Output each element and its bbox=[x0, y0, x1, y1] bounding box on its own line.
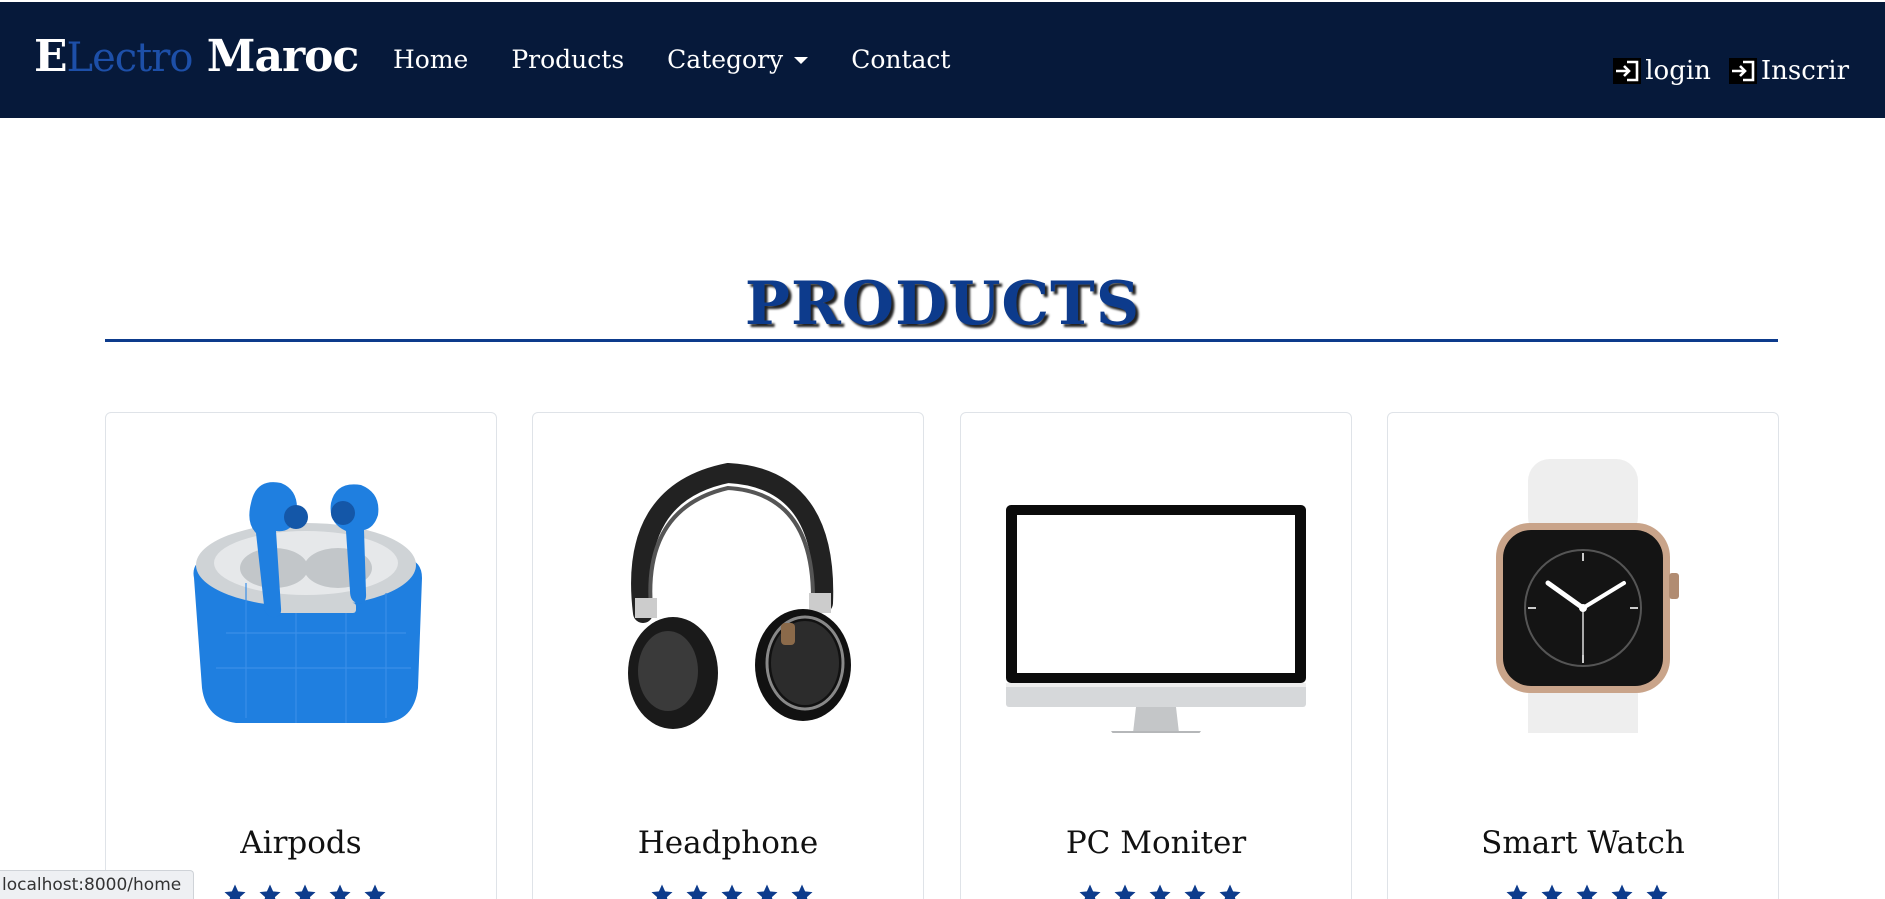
star-icon bbox=[1505, 883, 1529, 899]
product-rating bbox=[1505, 883, 1680, 899]
star-icon bbox=[1148, 883, 1172, 899]
star-icon bbox=[1645, 883, 1669, 899]
login-icon bbox=[1613, 58, 1641, 84]
product-rating bbox=[650, 883, 825, 899]
star-icon bbox=[258, 883, 282, 899]
star-icon bbox=[363, 883, 387, 899]
nav-category-label: Category bbox=[667, 45, 784, 74]
login-label: login bbox=[1645, 56, 1711, 86]
brand-part-e: E bbox=[34, 31, 68, 82]
product-name: Smart Watch bbox=[1481, 825, 1685, 861]
product-card-headphone[interactable]: Headphone bbox=[532, 412, 924, 899]
star-icon bbox=[650, 883, 674, 899]
navbar: ELectro Maroc Home Products Category Con… bbox=[0, 2, 1885, 118]
star-icon bbox=[790, 883, 814, 899]
browser-status-url: localhost:8000/home bbox=[0, 870, 195, 899]
star-icon bbox=[223, 883, 247, 899]
signup-icon bbox=[1729, 58, 1757, 84]
star-icon bbox=[1610, 883, 1634, 899]
headphone-image bbox=[628, 462, 851, 729]
star-icon bbox=[755, 883, 779, 899]
product-name: Airpods bbox=[240, 825, 362, 861]
products-section-title: PRODUCTS bbox=[744, 269, 1141, 339]
product-card-airpods[interactable]: Airpods bbox=[105, 412, 497, 899]
product-card-smart-watch[interactable]: Smart Watch bbox=[1387, 412, 1779, 899]
monitor-image bbox=[1006, 505, 1306, 733]
nav-products-link[interactable]: Products bbox=[511, 42, 624, 78]
star-icon bbox=[1113, 883, 1137, 899]
star-icon bbox=[720, 883, 744, 899]
product-name: PC Moniter bbox=[1065, 825, 1247, 861]
star-icon bbox=[328, 883, 352, 899]
brand-logo[interactable]: ELectro Maroc bbox=[34, 31, 360, 83]
star-icon bbox=[293, 883, 317, 899]
brand-part-lectro: Lectro bbox=[66, 35, 194, 81]
caret-down-icon bbox=[794, 56, 809, 64]
airpods-image bbox=[193, 482, 422, 723]
signup-link[interactable]: Inscrir bbox=[1729, 54, 1849, 88]
star-icon bbox=[1183, 883, 1207, 899]
login-link[interactable]: login bbox=[1613, 54, 1711, 88]
nav-contact-link[interactable]: Contact bbox=[851, 42, 950, 78]
smartwatch-image bbox=[1496, 459, 1679, 733]
brand-part-maroc: Maroc bbox=[192, 31, 360, 82]
star-icon bbox=[1218, 883, 1242, 899]
auth-links: login Inscrir bbox=[1595, 54, 1849, 88]
nav-home-link[interactable]: Home bbox=[393, 42, 468, 78]
product-card-pc-moniter[interactable]: PC Moniter bbox=[960, 412, 1352, 899]
star-icon bbox=[1540, 883, 1564, 899]
main-nav: Home Products Category Contact bbox=[393, 42, 993, 78]
product-name: Headphone bbox=[637, 825, 819, 861]
star-icon bbox=[685, 883, 709, 899]
signup-label: Inscrir bbox=[1760, 56, 1849, 86]
star-icon bbox=[1078, 883, 1102, 899]
product-rating bbox=[223, 883, 398, 899]
nav-category-dropdown[interactable]: Category bbox=[667, 42, 809, 78]
star-icon bbox=[1575, 883, 1599, 899]
product-rating bbox=[1078, 883, 1253, 899]
title-divider bbox=[105, 339, 1778, 342]
